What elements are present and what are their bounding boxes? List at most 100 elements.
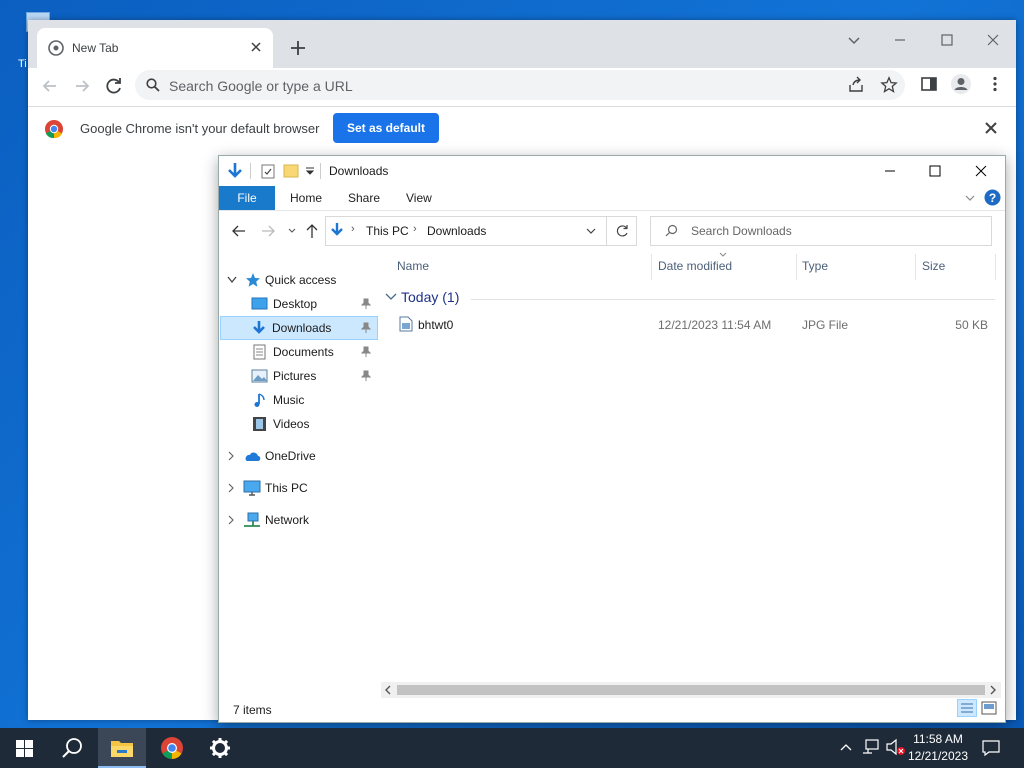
ribbon-tab-share[interactable]: Share: [348, 191, 380, 205]
details-view-icon[interactable]: [957, 699, 977, 717]
onedrive-cloud-icon: [245, 452, 261, 461]
menu-kebab-icon[interactable]: [986, 75, 1004, 93]
nav-this-pc[interactable]: This PC: [221, 477, 377, 499]
nav-label: Documents: [273, 345, 334, 359]
bookmark-star-icon[interactable]: [880, 76, 898, 94]
file-row[interactable]: bhtwt0 12/21/2023 11:54 AM JPG File 50 K…: [395, 314, 995, 336]
breadcrumb-downloads[interactable]: Downloads: [427, 224, 486, 238]
nav-up-icon[interactable]: [305, 223, 319, 239]
address-bar[interactable]: › This PC › Downloads: [325, 216, 637, 246]
title-separator-2: [320, 163, 321, 179]
new-folder-icon[interactable]: [283, 163, 299, 178]
close-window-icon[interactable]: [981, 28, 1005, 52]
refresh-icon[interactable]: [614, 223, 630, 239]
new-tab-plus-icon[interactable]: [286, 36, 310, 60]
taskbar-settings[interactable]: [196, 728, 244, 768]
volume-muted-icon[interactable]: [886, 738, 906, 756]
pictures-icon: [251, 369, 268, 383]
taskbar-search-button[interactable]: [48, 728, 96, 768]
nav-videos[interactable]: Videos: [221, 413, 377, 435]
search-icon: [146, 78, 160, 92]
omnibox[interactable]: Search Google or type a URL: [135, 70, 905, 100]
nav-downloads[interactable]: Downloads: [220, 316, 378, 340]
help-icon[interactable]: ?: [984, 189, 1001, 206]
minimize-icon[interactable]: [888, 28, 912, 52]
column-header-size[interactable]: Size: [922, 259, 945, 273]
nav-desktop[interactable]: Desktop: [221, 293, 377, 315]
horizontal-scrollbar[interactable]: [381, 682, 1001, 698]
collapsed-chevron-icon[interactable]: [227, 451, 235, 461]
breadcrumb-this-pc[interactable]: This PC: [366, 224, 409, 238]
explorer-maximize-icon[interactable]: [927, 163, 943, 179]
scrollbar-thumb[interactable]: [397, 685, 985, 695]
column-divider[interactable]: [995, 254, 996, 280]
nav-pictures[interactable]: Pictures: [221, 365, 377, 387]
collapsed-chevron-icon[interactable]: [227, 515, 235, 525]
scroll-right-arrow-icon[interactable]: [989, 685, 997, 695]
address-downloads-icon: [331, 223, 343, 236]
nav-label: This PC: [265, 481, 308, 495]
scroll-left-arrow-icon[interactable]: [384, 685, 392, 695]
nav-label: Downloads: [272, 321, 332, 335]
column-divider[interactable]: [915, 254, 916, 280]
omnibox-placeholder: Search Google or type a URL: [169, 78, 353, 94]
nav-quick-access[interactable]: Quick access: [221, 269, 377, 291]
file-explorer-window: Downloads File Home Share View ? › This …: [218, 155, 1006, 723]
share-icon[interactable]: [847, 76, 865, 94]
column-divider[interactable]: [651, 254, 652, 280]
show-hidden-icons-chevron-icon[interactable]: [840, 742, 852, 752]
profile-avatar-icon[interactable]: [950, 73, 972, 95]
chrome-tab-strip: New Tab: [28, 20, 1016, 68]
set-as-default-button[interactable]: Set as default: [333, 113, 439, 143]
group-header-today[interactable]: Today (1): [401, 289, 459, 305]
collapsed-chevron-icon[interactable]: [227, 483, 235, 493]
column-header-date-modified[interactable]: Date modified: [658, 259, 732, 273]
nav-music[interactable]: Music: [221, 389, 377, 411]
start-button[interactable]: [0, 728, 48, 768]
infobar-close-icon[interactable]: [984, 121, 998, 135]
nav-back-icon[interactable]: [231, 223, 247, 239]
reload-icon[interactable]: [102, 74, 126, 98]
ribbon-tab-home[interactable]: Home: [290, 191, 322, 205]
back-arrow-icon[interactable]: [38, 74, 62, 98]
search-downloads-box[interactable]: Search Downloads: [650, 216, 992, 246]
large-icons-view-icon[interactable]: [981, 701, 997, 715]
forward-arrow-icon[interactable]: [70, 74, 94, 98]
nav-label: Videos: [273, 417, 310, 431]
expanded-chevron-icon[interactable]: [227, 276, 237, 284]
side-panel-icon[interactable]: [920, 75, 938, 93]
taskbar-chrome[interactable]: [148, 728, 196, 768]
breadcrumb-separator-icon: ›: [413, 223, 417, 235]
explorer-title-bar: Downloads: [219, 156, 1005, 186]
tab-new-tab[interactable]: New Tab: [37, 28, 273, 68]
downloads-arrow-icon: [228, 163, 242, 178]
notifications-icon[interactable]: [982, 739, 1000, 757]
recent-locations-chevron-icon[interactable]: [287, 226, 297, 236]
nav-forward-icon[interactable]: [260, 223, 276, 239]
address-dropdown-icon[interactable]: [586, 226, 596, 236]
ribbon-expand-chevron-icon[interactable]: [964, 192, 976, 204]
explorer-minimize-icon[interactable]: [882, 163, 898, 179]
search-icon: [665, 224, 678, 237]
column-divider[interactable]: [796, 254, 797, 280]
taskbar-clock[interactable]: 11:58 AM 12/21/2023: [908, 731, 968, 765]
clock-time: 11:58 AM: [913, 732, 963, 746]
explorer-window-title: Downloads: [329, 164, 389, 178]
column-header-name[interactable]: Name: [397, 259, 429, 273]
network-status-icon[interactable]: [862, 739, 880, 755]
ribbon-tab-file[interactable]: File: [219, 186, 275, 210]
tab-search-chevron-icon[interactable]: [842, 28, 866, 52]
nav-documents[interactable]: Documents: [221, 341, 377, 363]
maximize-icon[interactable]: [935, 28, 959, 52]
nav-network[interactable]: Network: [221, 509, 377, 531]
tab-close-icon[interactable]: [247, 38, 265, 56]
nav-onedrive[interactable]: OneDrive: [221, 445, 377, 467]
ribbon-tab-view[interactable]: View: [406, 191, 432, 205]
default-browser-infobar: Google Chrome isn't your default browser…: [28, 106, 1016, 152]
column-header-type[interactable]: Type: [802, 259, 828, 273]
taskbar-file-explorer[interactable]: [98, 728, 146, 768]
explorer-close-icon[interactable]: [973, 163, 989, 179]
quick-access-toolbar-dropdown-icon[interactable]: [305, 166, 315, 176]
properties-icon[interactable]: [261, 164, 275, 179]
group-collapse-chevron-icon[interactable]: [385, 292, 397, 302]
